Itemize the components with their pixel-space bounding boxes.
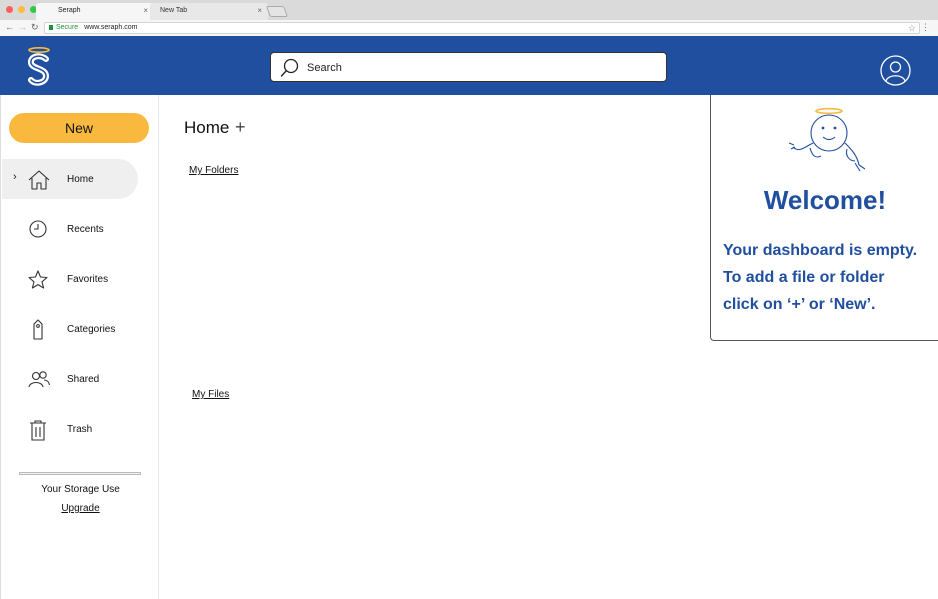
url-text: www.seraph.com (84, 24, 138, 31)
tab-label: New Tab (160, 7, 188, 14)
angel-mascot-icon (788, 107, 866, 172)
star-icon (28, 270, 48, 289)
secure-label: Secure (56, 24, 79, 31)
seraph-logo-icon[interactable] (24, 46, 54, 88)
people-icon (28, 371, 51, 388)
browser-toolbar: ← → ↻ Secure www.seraph.com ☆ ⋮ (0, 20, 938, 36)
sidebar-item-home[interactable]: › Home (2, 159, 138, 199)
new-button[interactable]: New (9, 113, 149, 143)
sidebar-item-trash[interactable]: Trash (2, 409, 138, 449)
welcome-message: Your dashboard is empty. To add a file o… (723, 237, 937, 318)
new-tab-button[interactable] (265, 6, 289, 17)
search-input[interactable] (307, 59, 647, 77)
browser-menu-icon[interactable]: ⋮ (921, 22, 930, 33)
user-avatar-icon[interactable] (880, 55, 911, 86)
sidebar-item-categories[interactable]: Categories (2, 309, 138, 349)
sidebar-item-label: Trash (67, 424, 93, 435)
home-icon (28, 170, 50, 190)
lock-icon (49, 25, 53, 30)
browser-tab-seraph[interactable]: Seraph × (36, 3, 154, 20)
browser-tab-new[interactable]: New Tab × (150, 3, 268, 20)
my-folders-link[interactable]: My Folders (189, 165, 238, 176)
upgrade-link[interactable]: Upgrade (1, 503, 160, 514)
my-files-link[interactable]: My Files (192, 389, 229, 400)
browser-chrome: Seraph × New Tab × ← → ↻ Secure www.serap… (0, 0, 938, 36)
sidebar-item-label: Recents (67, 224, 104, 235)
sidebar-item-label: Categories (67, 324, 116, 335)
storage-usage-bar (19, 472, 141, 475)
sidebar: New › Home Recents Favorites Categories (0, 95, 159, 599)
browser-tabbar: Seraph × New Tab × (0, 0, 938, 20)
forward-arrow-icon[interactable]: → (18, 22, 27, 32)
address-bar[interactable]: Secure www.seraph.com (44, 22, 920, 34)
sidebar-item-shared[interactable]: Shared (2, 359, 138, 399)
welcome-line: To add a file or folder (723, 269, 885, 286)
bookmark-star-icon[interactable]: ☆ (908, 23, 916, 34)
clock-icon (29, 220, 47, 238)
welcome-line: click on ‘+’ or ‘New’. (723, 296, 876, 313)
storage-label: Your Storage Use (41, 484, 120, 495)
back-arrow-icon[interactable]: ← (5, 22, 14, 32)
reload-icon[interactable]: ↻ (31, 22, 39, 33)
tab-label: Seraph (58, 7, 81, 14)
sidebar-item-recents[interactable]: Recents (2, 209, 138, 249)
tab-close-icon[interactable]: × (143, 6, 148, 15)
window-controls (6, 6, 37, 13)
minimize-window-icon[interactable] (18, 6, 25, 13)
trash-icon (30, 420, 46, 441)
welcome-line: Your dashboard is empty. (723, 242, 918, 259)
tag-icon (33, 319, 43, 340)
welcome-title: Welcome! (763, 185, 887, 215)
sidebar-item-label: Home (67, 174, 94, 185)
welcome-panel: Welcome! Your dashboard is empty. To add… (710, 95, 938, 341)
chevron-right-icon: › (13, 171, 17, 183)
close-window-icon[interactable] (6, 6, 13, 13)
sidebar-item-label: Shared (67, 374, 100, 385)
page-title: Home (184, 118, 230, 137)
app-header (0, 36, 938, 95)
sidebar-item-favorites[interactable]: Favorites (2, 259, 138, 299)
sidebar-item-label: Favorites (67, 274, 109, 285)
tab-close-icon[interactable]: × (257, 6, 262, 15)
search-bar[interactable] (270, 52, 667, 82)
search-icon[interactable] (280, 58, 302, 78)
add-plus-button[interactable]: + (235, 117, 246, 138)
